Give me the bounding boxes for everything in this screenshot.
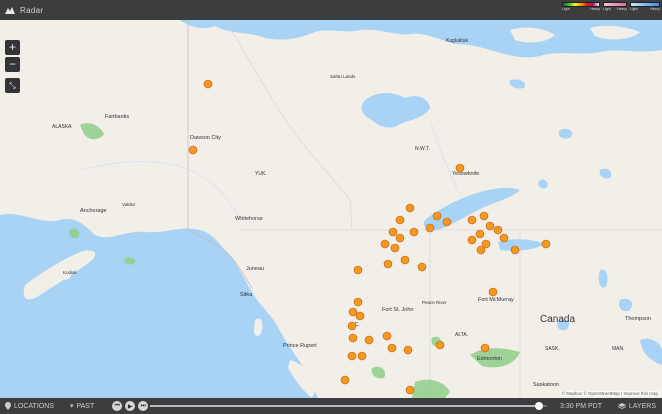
svg-text:Peace River: Peace River (422, 300, 447, 305)
svg-text:Valdez: Valdez (122, 202, 136, 207)
timeline-slider[interactable] (150, 402, 547, 410)
svg-text:Saskatoon: Saskatoon (533, 382, 559, 388)
layers-icon (617, 402, 626, 409)
zoom-out-button[interactable]: − (5, 57, 20, 72)
legend-rain: Light Heavy (562, 2, 600, 11)
bottom-bar: LOCATIONS ▾ PAST ⏮ ▶ ⏭ 3:30 PM PDT LAYER… (0, 398, 662, 414)
app-title: Radar (20, 5, 44, 15)
past-label: PAST (76, 402, 95, 410)
top-bar: Radar Light Heavy Light Heavy Light Heavy (0, 0, 662, 20)
locations-label: LOCATIONS (14, 402, 54, 410)
playback-controls: ⏮ ▶ ⏭ (112, 401, 149, 411)
svg-text:Canada: Canada (540, 314, 575, 325)
legend-snow: Light Heavy (630, 2, 660, 11)
svg-text:YUK.: YUK. (255, 171, 267, 177)
svg-text:Kodiak: Kodiak (63, 270, 78, 275)
svg-text:Edmonton: Edmonton (477, 356, 502, 362)
svg-text:N.W.T.: N.W.T. (415, 146, 430, 152)
radar-app: Radar Light Heavy Light Heavy Light Heavy (0, 0, 662, 414)
svg-text:ALASKA: ALASKA (52, 124, 72, 130)
svg-text:Prince Rupert: Prince Rupert (283, 343, 317, 349)
zoom-extent-button[interactable]: ⤡ (5, 78, 20, 93)
svg-text:Fort St. John: Fort St. John (382, 307, 414, 313)
svg-text:Dawson City: Dawson City (190, 135, 221, 141)
map-attribution[interactable]: © Mapbox © OpenStreetMap | Improve this … (559, 391, 660, 396)
timeline-progress (150, 405, 540, 407)
svg-text:Juneau: Juneau (246, 266, 264, 272)
app-logo-icon[interactable] (0, 0, 20, 20)
svg-text:Kugluktuk: Kugluktuk (446, 38, 468, 44)
chevron-down-icon: ▾ (69, 403, 74, 410)
svg-text:Yellowknife: Yellowknife (452, 171, 479, 177)
current-time: 3:30 PM PDT (559, 402, 602, 410)
precip-legend: Light Heavy Light Heavy Light Heavy (562, 2, 660, 11)
zoom-controls: + − ⤡ (5, 40, 20, 93)
svg-text:Thompson: Thompson (625, 316, 651, 322)
svg-text:Anchorage: Anchorage (80, 208, 107, 214)
svg-text:Sitka: Sitka (240, 292, 253, 298)
location-pin-icon (5, 402, 11, 410)
timeline-handle[interactable] (535, 402, 544, 410)
past-dropdown[interactable]: ▾ PAST (69, 402, 95, 411)
map-canvas[interactable]: ALASKA YUK. N.W.T. B.C. ALTA. SASK. MAN.… (0, 20, 662, 398)
legend-mix: Light Heavy (603, 2, 627, 11)
svg-text:Fort McMurray: Fort McMurray (478, 297, 514, 303)
layers-label: LAYERS (628, 402, 656, 410)
svg-text:Sahtu Lands: Sahtu Lands (330, 74, 356, 79)
skip-forward-button[interactable]: ⏭ (138, 401, 149, 411)
svg-text:Whitehorse: Whitehorse (235, 216, 263, 222)
skip-back-button[interactable]: ⏮ (112, 401, 123, 411)
play-button[interactable]: ▶ (125, 401, 136, 411)
svg-text:MAN.: MAN. (612, 346, 625, 352)
locations-button[interactable]: LOCATIONS (5, 402, 54, 410)
zoom-in-button[interactable]: + (5, 40, 20, 55)
svg-text:SASK.: SASK. (545, 346, 560, 352)
svg-text:ALTA.: ALTA. (455, 332, 468, 338)
layers-button[interactable]: LAYERS (617, 402, 656, 410)
svg-text:Fairbanks: Fairbanks (105, 114, 129, 120)
